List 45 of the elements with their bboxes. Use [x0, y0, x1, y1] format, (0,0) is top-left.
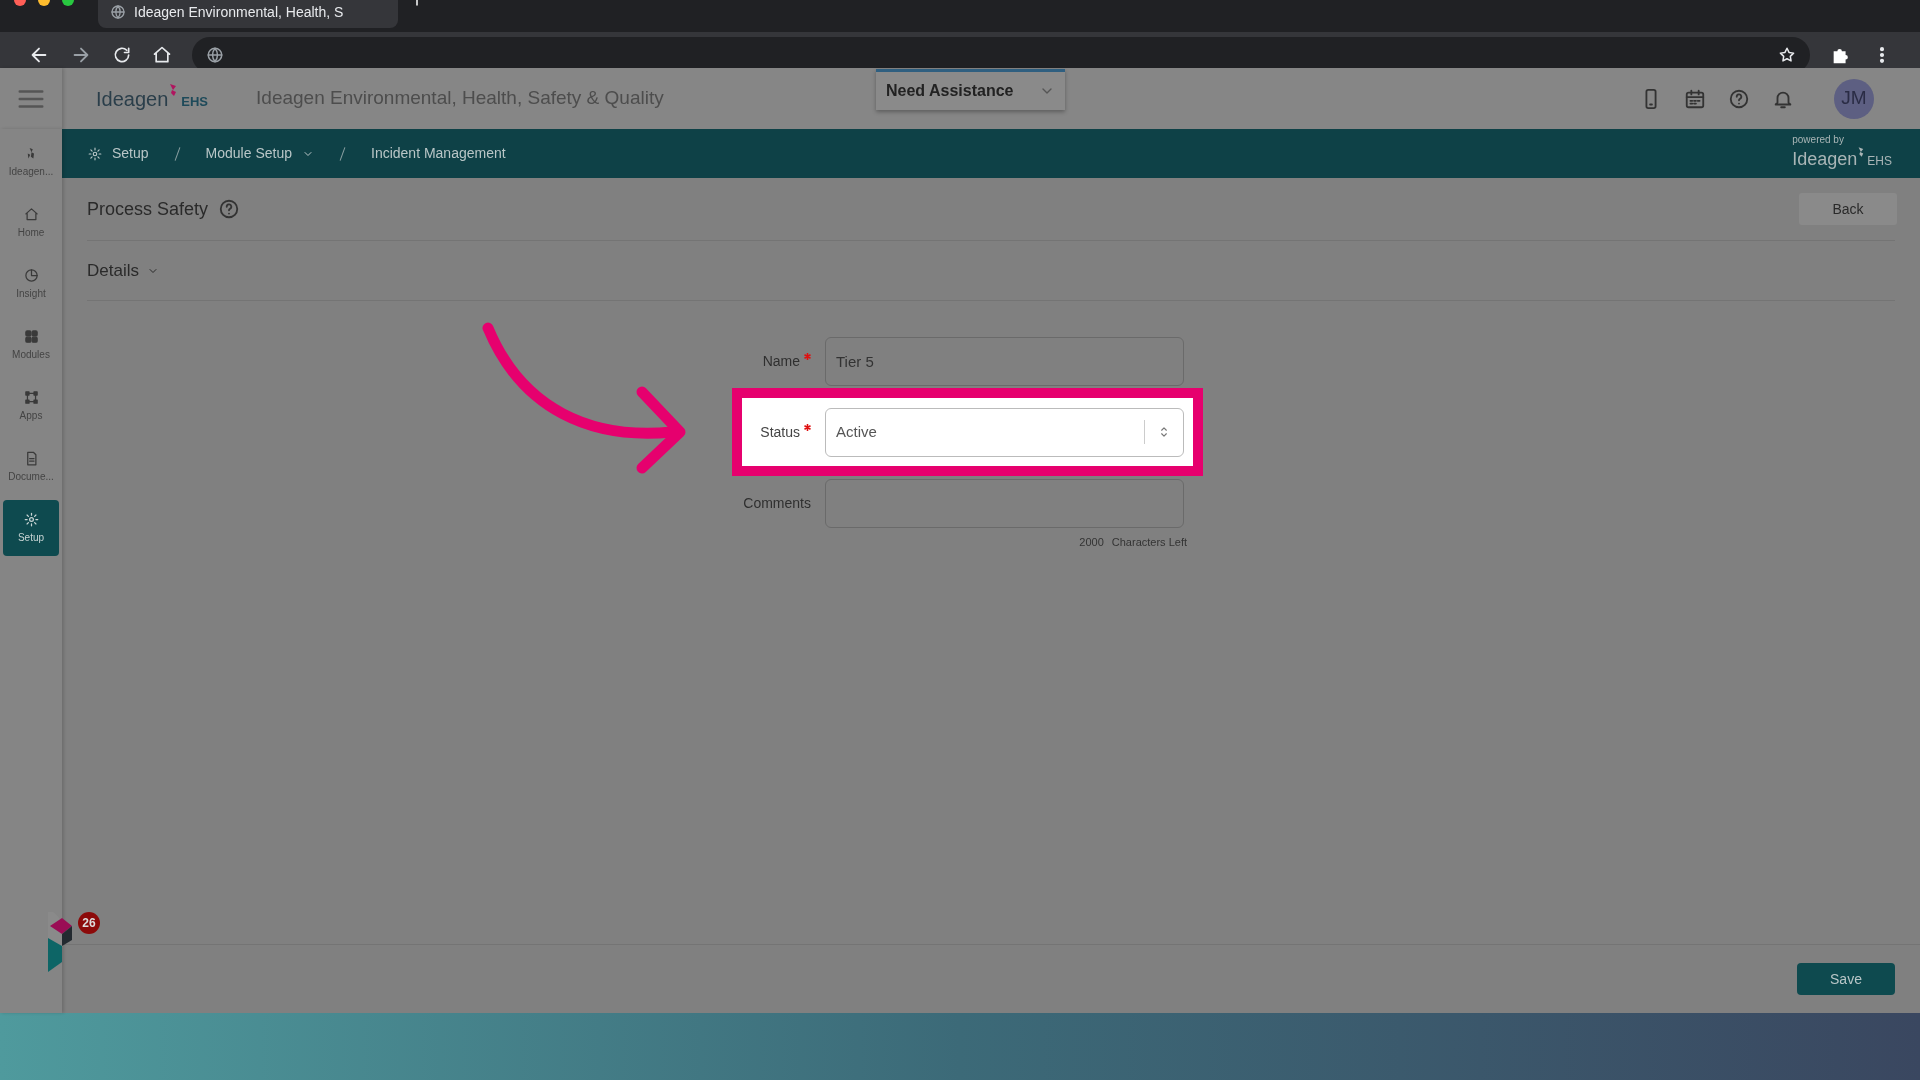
- grid-icon: [23, 328, 39, 344]
- breadcrumb-link[interactable]: Setup: [88, 143, 149, 164]
- calendar-icon[interactable]: [1684, 87, 1706, 110]
- bookmark-star-icon[interactable]: [1778, 46, 1796, 64]
- sidebar-item[interactable]: Ideagen...: [3, 134, 59, 190]
- home-icon[interactable]: [152, 45, 172, 65]
- settings-icon: [23, 511, 39, 527]
- details-section-toggle[interactable]: Details: [87, 257, 159, 284]
- help-icon[interactable]: [1728, 87, 1750, 110]
- apps-icon: [23, 389, 39, 405]
- need-assistance-dropdown[interactable]: Need Assistance: [876, 69, 1065, 110]
- characters-left-label: Characters Left: [1111, 535, 1187, 550]
- powered-by-logo: powered by Ideagen EHS: [1792, 134, 1892, 171]
- required-mark-icon: [804, 352, 811, 360]
- field-label: Name: [682, 350, 825, 372]
- sidebar-item[interactable]: Modules: [3, 317, 59, 373]
- home-icon: [23, 206, 39, 222]
- browser-tab[interactable]: Ideagen Environmental, Health, S: [98, 0, 398, 28]
- globe-icon: [206, 46, 224, 64]
- sidebar-item[interactable]: Docume...: [3, 439, 59, 495]
- settings-icon: [88, 146, 102, 161]
- sidebar-item[interactable]: Insight: [3, 256, 59, 312]
- breadcrumb-link[interactable]: Incident Management: [371, 143, 506, 164]
- user-avatar[interactable]: JM: [1834, 78, 1874, 119]
- help-icon[interactable]: [218, 198, 241, 220]
- field-label: Status: [742, 421, 825, 443]
- status-select[interactable]: Active: [825, 407, 1184, 457]
- ideagen-ehs-logo: Ideagen EHS: [96, 83, 209, 114]
- save-button[interactable]: Save: [1797, 963, 1895, 995]
- reload-icon[interactable]: [112, 45, 132, 65]
- sidebar-item[interactable]: Setup: [3, 500, 59, 556]
- breadcrumb-link[interactable]: Module Setup: [205, 143, 314, 164]
- logo-mark-icon: [168, 83, 178, 96]
- required-mark-icon: [804, 423, 811, 431]
- app-title: Ideagen Environmental, Health, Safety & Quality: [256, 86, 664, 111]
- page-title: Process Safety: [87, 197, 209, 221]
- sidebar-item[interactable]: Home: [3, 195, 59, 251]
- characters-left-count: 2000: [1079, 535, 1104, 550]
- notification-badge: 26: [78, 912, 100, 934]
- sidebar-item[interactable]: Apps: [3, 378, 59, 434]
- globe-icon: [110, 4, 126, 20]
- field-label: Comments: [742, 493, 812, 513]
- back-button[interactable]: Back: [1799, 193, 1897, 225]
- name-input-field[interactable]: Tier 5: [825, 336, 1184, 386]
- pie-chart-icon: [23, 267, 39, 283]
